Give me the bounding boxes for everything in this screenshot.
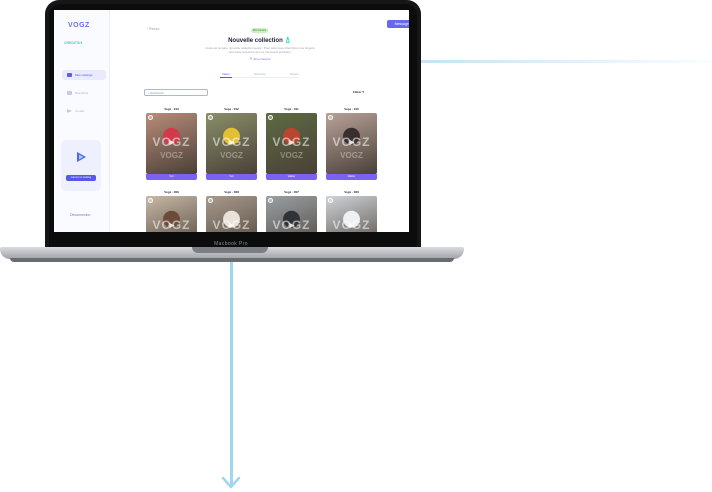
page-title: Nouvelle collection 🧴 xyxy=(228,38,292,44)
card-action-button[interactable]: Valider xyxy=(266,174,317,180)
card-action-button[interactable]: Voir xyxy=(206,174,257,180)
select-checkbox[interactable] xyxy=(328,198,333,203)
sidebar-item-label: Crédits xyxy=(75,109,85,113)
sidebar-item-credits[interactable]: Crédits xyxy=(62,106,106,116)
video-thumbnail[interactable]: VOGZVOGZ xyxy=(326,196,377,232)
laptop-screen: VOGZ CREDITS/4 Mes castings Brandlists C… xyxy=(54,10,409,232)
play-icon[interactable] xyxy=(348,139,355,146)
device-label: Macbook Pro xyxy=(214,241,248,247)
tab-selection[interactable]: Sélection xyxy=(254,72,266,76)
video-card[interactable]: Vogz - 012VOGZVOGZVoir xyxy=(206,107,257,180)
play-icon xyxy=(67,109,72,113)
watermark: VOGZ xyxy=(280,151,303,160)
video-card[interactable]: Vogz - 008VOGZVOGZ xyxy=(206,190,257,232)
launch-casting-button[interactable]: Lancer un casting xyxy=(66,175,96,181)
logout-link[interactable]: Déconnexion xyxy=(70,213,90,217)
laptop-base-shadow xyxy=(10,258,454,262)
main-content: ‹ Retour Messages ✉ Mis Favoris Nouvelle… xyxy=(110,10,409,232)
video-thumbnail[interactable]: VOGZVOGZ xyxy=(206,196,257,232)
laptop-notch xyxy=(192,247,268,253)
folder-icon xyxy=(67,91,72,95)
messages-button[interactable]: Messages ✉ xyxy=(387,20,409,28)
video-card[interactable]: Vogz - 006VOGZVOGZ xyxy=(326,190,377,232)
video-thumbnail[interactable]: VOGZVOGZ xyxy=(146,113,197,174)
sidebar-item-label: Brandlists xyxy=(75,91,89,95)
video-card[interactable]: Vogz - 013VOGZVOGZVoir xyxy=(146,107,197,180)
back-link[interactable]: ‹ Retour xyxy=(147,27,160,31)
page-description: Cette est la notre nouvelle collection a… xyxy=(205,46,315,54)
arrow-down-icon xyxy=(221,476,241,489)
launch-casting-card: Lancer un casting xyxy=(61,140,101,191)
video-card[interactable]: Vogz - 010VOGZVOGZValider xyxy=(326,107,377,180)
play-icon[interactable] xyxy=(168,139,175,146)
video-card[interactable]: Vogz - 011VOGZVOGZValider xyxy=(266,107,317,180)
select-checkbox[interactable] xyxy=(148,198,153,203)
watermark: VOGZ xyxy=(340,151,363,160)
select-checkbox[interactable] xyxy=(148,115,153,120)
sidebar-item-castings[interactable]: Mes castings xyxy=(62,70,106,80)
filter-dropdown[interactable]: Filtrer ▾ xyxy=(353,90,364,94)
play-icon[interactable] xyxy=(228,222,235,229)
sidebar-item-label: Mes castings xyxy=(75,73,93,77)
video-thumbnail[interactable]: VOGZVOGZ xyxy=(326,113,377,174)
play-icon xyxy=(77,152,86,162)
credits-counter: CREDITS/4 xyxy=(64,41,83,45)
select-checkbox[interactable] xyxy=(268,115,273,120)
play-icon[interactable] xyxy=(228,139,235,146)
favorites-count[interactable]: ☰ 30 en favoris xyxy=(235,57,285,61)
sidebar-item-brandlists[interactable]: Brandlists xyxy=(62,88,106,98)
card-action-button[interactable]: Valider xyxy=(326,174,377,180)
video-thumbnail[interactable]: VOGZVOGZ xyxy=(146,196,197,232)
select-checkbox[interactable] xyxy=(208,115,213,120)
play-icon[interactable] xyxy=(288,139,295,146)
watermark: VOGZ xyxy=(160,151,183,160)
stage: VOGZ CREDITS/4 Mes castings Brandlists C… xyxy=(0,0,712,492)
video-thumbnail[interactable]: VOGZVOGZ xyxy=(266,196,317,232)
sidebar: VOGZ CREDITS/4 Mes castings Brandlists C… xyxy=(54,10,110,232)
select-checkbox[interactable] xyxy=(208,198,213,203)
watermark: VOGZ xyxy=(220,151,243,160)
tab-rejected[interactable]: Rejeté xyxy=(290,72,299,76)
app-logo[interactable]: VOGZ xyxy=(68,22,90,29)
play-icon[interactable] xyxy=(168,222,175,229)
tab-active-indicator xyxy=(220,77,232,78)
search-input[interactable]: ⌕ Recherche xyxy=(144,89,208,96)
tab-bar: Vidéo Sélection Rejeté xyxy=(222,72,299,76)
select-checkbox[interactable] xyxy=(328,115,333,120)
decorative-vertical-line xyxy=(230,258,233,486)
select-checkbox[interactable] xyxy=(268,198,273,203)
video-card[interactable]: Vogz - 009VOGZVOGZ xyxy=(146,190,197,232)
video-thumbnail[interactable]: VOGZVOGZ xyxy=(206,113,257,174)
video-thumbnail[interactable]: VOGZVOGZ xyxy=(266,113,317,174)
grid-icon xyxy=(67,73,72,77)
status-badge: Mis Favoris xyxy=(251,28,268,33)
decorative-horizontal-line xyxy=(420,60,712,63)
play-icon[interactable] xyxy=(288,222,295,229)
tab-video[interactable]: Vidéo xyxy=(222,72,230,76)
play-icon[interactable] xyxy=(348,222,355,229)
card-action-button[interactable]: Voir xyxy=(146,174,197,180)
video-card[interactable]: Vogz - 007VOGZVOGZ xyxy=(266,190,317,232)
